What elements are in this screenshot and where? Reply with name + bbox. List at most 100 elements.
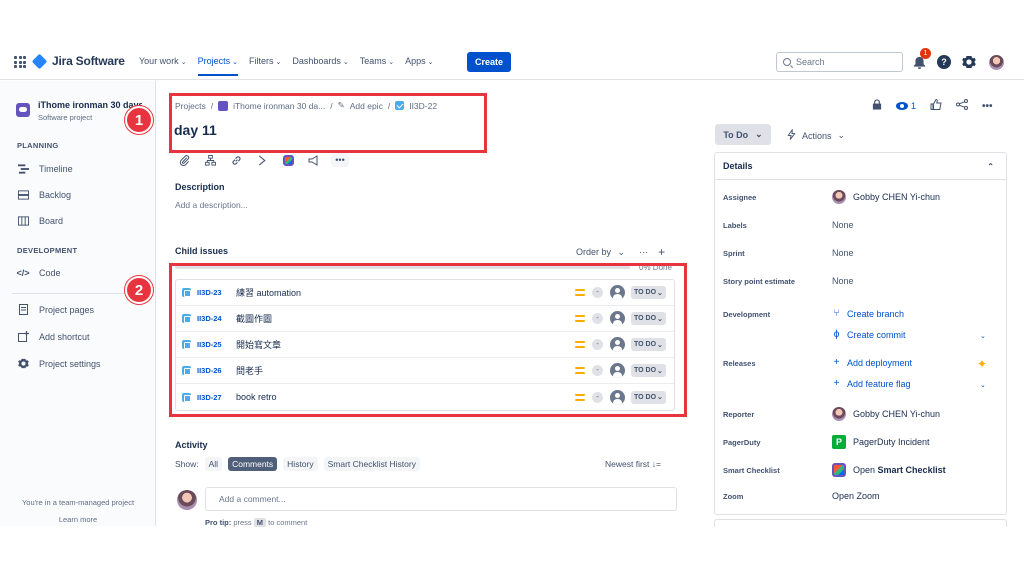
description-label: Description bbox=[175, 182, 225, 192]
annotation-marker-2: 2 bbox=[125, 276, 153, 304]
create-commit-link[interactable]: ϕ Create commit bbox=[832, 329, 906, 340]
releases-label: Releases bbox=[723, 359, 756, 368]
profile-button[interactable] bbox=[988, 54, 1004, 70]
nav-dashboards[interactable]: Dashboards ⌄ bbox=[292, 56, 348, 76]
chevron-down-icon: ⌄ bbox=[388, 59, 395, 66]
sidebar-item-timeline[interactable]: Timeline bbox=[17, 163, 73, 174]
more-icon[interactable]: ··· bbox=[639, 247, 648, 257]
lightning-icon bbox=[787, 129, 796, 142]
more-actions-icon[interactable]: ••• bbox=[331, 153, 349, 167]
tab-comments[interactable]: Comments bbox=[228, 457, 278, 471]
pagerduty-value[interactable]: P PagerDuty Incident bbox=[832, 435, 930, 449]
sparkle-icon[interactable]: ✦ bbox=[977, 357, 987, 371]
chevron-down-icon: ⌄ bbox=[427, 59, 434, 66]
child-issue-icon[interactable] bbox=[201, 153, 219, 167]
sidebar-item-project-settings[interactable]: Project settings bbox=[17, 358, 101, 369]
search-placeholder: Search bbox=[796, 57, 825, 67]
sidebar-item-project-pages[interactable]: Project pages bbox=[17, 304, 94, 315]
assignee-label: Assignee bbox=[723, 192, 757, 202]
details-panel: 1 ••• To Do ⌄ Actions ⌄ Details ⌃ Assigne… bbox=[700, 81, 1024, 527]
details-card: Details ⌃ Assignee Gobby CHEN Yi-chun La… bbox=[714, 152, 1007, 515]
tab-smart-checklist-history[interactable]: Smart Checklist History bbox=[323, 457, 420, 471]
story-points-value[interactable]: None bbox=[832, 276, 854, 286]
issue-toolbar: ••• bbox=[175, 153, 349, 167]
add-deployment-link[interactable]: + Add deployment bbox=[832, 357, 912, 368]
search-input[interactable]: Search bbox=[776, 52, 903, 72]
settings-button[interactable] bbox=[961, 54, 977, 70]
lock-icon[interactable] bbox=[872, 99, 882, 113]
chevron-down-icon[interactable]: ⌄ bbox=[980, 381, 986, 389]
top-navigation: Jira Software Your work ⌄ Projects ⌄ Filte… bbox=[0, 44, 1024, 80]
open-zoom[interactable]: Open Zoom bbox=[832, 491, 880, 501]
app-switcher-icon[interactable] bbox=[14, 56, 26, 68]
annotation-box-2 bbox=[169, 263, 687, 417]
add-child-icon[interactable]: + bbox=[658, 245, 665, 259]
nav-your-work[interactable]: Your work ⌄ bbox=[139, 56, 187, 76]
create-button[interactable]: Create bbox=[467, 52, 511, 72]
pagerduty-label: PagerDuty bbox=[723, 437, 761, 447]
sprint-row: Sprint None bbox=[723, 248, 999, 258]
chevron-down-icon: ⌄ bbox=[180, 59, 187, 66]
assignee-value[interactable]: Gobby CHEN Yi-chun bbox=[832, 190, 940, 204]
chevron-down-icon[interactable]: ⌄ bbox=[980, 332, 986, 340]
add-feature-flag-link[interactable]: + Add feature flag bbox=[832, 378, 911, 389]
planning-section-title: PLANNING bbox=[17, 141, 59, 150]
watch-button[interactable]: 1 bbox=[896, 101, 916, 111]
sprint-value[interactable]: None bbox=[832, 248, 854, 258]
open-smart-checklist[interactable]: Open Smart Checklist bbox=[832, 463, 946, 477]
plus-icon: + bbox=[833, 378, 840, 389]
backlog-icon bbox=[17, 189, 29, 200]
status-button[interactable]: To Do ⌄ bbox=[715, 124, 771, 145]
child-issue-tools: Order by ⌄ ··· + bbox=[576, 245, 665, 259]
nav-filters[interactable]: Filters ⌄ bbox=[249, 56, 281, 76]
development-section-title: DEVELOPMENT bbox=[17, 246, 78, 255]
labels-value[interactable]: None bbox=[832, 220, 854, 230]
thumbs-up-icon[interactable] bbox=[930, 98, 942, 113]
reporter-label: Reporter bbox=[723, 409, 755, 419]
zoom-row: Zoom Open Zoom bbox=[723, 491, 999, 501]
sidebar-item-board[interactable]: Board bbox=[17, 215, 63, 226]
sidebar-item-code[interactable]: </> Code bbox=[17, 267, 61, 278]
board-icon bbox=[17, 215, 29, 226]
create-branch-link[interactable]: ⑂ Create branch bbox=[832, 308, 905, 319]
megaphone-icon[interactable] bbox=[305, 153, 323, 167]
description-input[interactable]: Add a description... bbox=[175, 200, 248, 210]
reporter-value[interactable]: Gobby CHEN Yi-chun bbox=[832, 407, 940, 421]
pro-tip: Pro tip: press M to comment bbox=[205, 518, 308, 527]
share-icon[interactable] bbox=[956, 99, 969, 113]
activity-show-label: Show: bbox=[175, 459, 199, 469]
tab-all[interactable]: All bbox=[204, 457, 223, 471]
sprint-label: Sprint bbox=[723, 248, 745, 258]
notification-badge: 1 bbox=[920, 48, 931, 59]
nav-projects[interactable]: Projects ⌄ bbox=[198, 56, 238, 76]
smart-checklist-icon[interactable] bbox=[279, 153, 297, 167]
sidebar-divider bbox=[12, 293, 144, 294]
smart-checklist-icon bbox=[832, 463, 846, 477]
help-button[interactable]: ? bbox=[936, 54, 952, 70]
tab-history[interactable]: History bbox=[283, 457, 318, 471]
attachment-icon[interactable] bbox=[175, 153, 193, 167]
project-type: Software project bbox=[38, 113, 93, 122]
details-header[interactable]: Details ⌃ bbox=[715, 153, 1006, 180]
chevron-down-icon: ⌄ bbox=[342, 59, 349, 66]
branch-icon: ⑂ bbox=[833, 308, 840, 319]
project-avatar-icon bbox=[16, 103, 30, 117]
team-managed-note: You're in a team-managed project bbox=[21, 498, 135, 507]
comment-input[interactable]: Add a comment... bbox=[205, 487, 677, 511]
nav-teams[interactable]: Teams ⌄ bbox=[360, 56, 394, 76]
keyboard-key: M bbox=[253, 518, 267, 527]
project-name[interactable]: iThome ironman 30 days bbox=[38, 100, 142, 110]
sort-order-button[interactable]: Newest first ↓= bbox=[605, 459, 661, 469]
sidebar-item-backlog[interactable]: Backlog bbox=[17, 189, 71, 200]
more-actions-icon[interactable]: ••• bbox=[982, 101, 993, 112]
jira-logo[interactable]: Jira Software bbox=[31, 53, 125, 69]
code-icon: </> bbox=[16, 267, 30, 278]
activity-tabs: Show: All Comments History Smart Checkli… bbox=[175, 457, 420, 471]
sidebar-item-add-shortcut[interactable]: Add shortcut bbox=[17, 331, 90, 342]
link-icon[interactable] bbox=[227, 153, 245, 167]
app-extension-icon[interactable] bbox=[253, 153, 271, 167]
learn-more-link[interactable]: Learn more bbox=[0, 515, 156, 524]
actions-button[interactable]: Actions ⌄ bbox=[787, 129, 845, 142]
order-by-dropdown[interactable]: Order by ⌄ bbox=[576, 247, 625, 258]
nav-apps[interactable]: Apps ⌄ bbox=[405, 56, 433, 76]
